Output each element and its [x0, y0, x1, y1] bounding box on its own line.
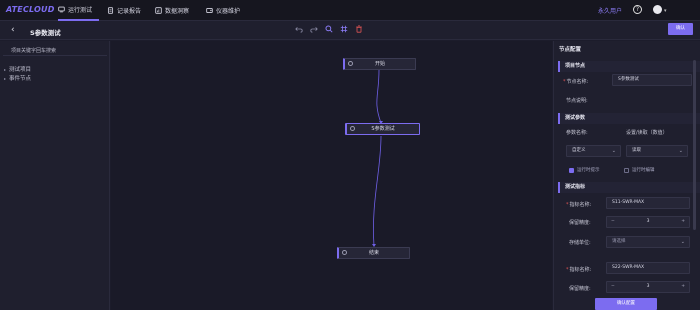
param-setget-label: 设置/读取（数值）	[626, 130, 668, 136]
run-prompt-label: 运行时提示	[577, 168, 600, 173]
confirm-config-button[interactable]: 确认配置	[595, 298, 657, 310]
clock-icon	[350, 126, 355, 131]
tree-item-label: 事件节点	[9, 76, 32, 82]
report-icon	[107, 7, 114, 14]
edge-start-to-test	[376, 69, 382, 124]
indicator1-precision-label: 保留精度:	[569, 220, 591, 226]
tree-item-event-node[interactable]: ▸ 事件节点	[4, 74, 32, 83]
indicator2-precision-label: 保留精度:	[569, 286, 591, 292]
nav-run-test[interactable]: 运行测试	[58, 0, 99, 21]
nav-data-insight[interactable]: 数据洞察	[155, 0, 189, 21]
user-name[interactable]: 永久用户	[598, 6, 622, 15]
run-prompt-checkbox[interactable]: 运行时提示	[569, 167, 600, 173]
panel-scrollbar[interactable]	[693, 60, 696, 230]
chart-icon	[155, 7, 162, 14]
top-navigation-bar: ATECLOUD 运行测试 记录报告 数据洞察 仪器维护 永久用户 ? ▾	[0, 0, 700, 21]
indicator2-precision-stepper[interactable]: − 3 +	[606, 281, 690, 293]
avatar[interactable]	[653, 5, 662, 14]
caret-right-icon: ▸	[4, 75, 7, 81]
flow-node-end[interactable]: 结束	[337, 247, 410, 259]
clock-icon	[348, 61, 353, 66]
page-title: S参数测试	[30, 29, 61, 37]
indicator1-unit-label: 存储单位:	[569, 240, 591, 246]
chevron-down-icon: ⌄	[611, 148, 616, 154]
editor-toolbar: ‹ S参数测试 确认	[0, 21, 700, 40]
help-icon[interactable]: ?	[633, 5, 642, 14]
nav-instrument-label: 仪器维护	[216, 8, 241, 15]
run-edit-label: 运行时编辑	[632, 168, 655, 173]
param-mode-select[interactable]: 读取 ⌄	[626, 145, 688, 157]
chevron-down-icon: ⌄	[680, 239, 685, 245]
chevron-down-icon: ⌄	[678, 148, 683, 154]
redo-icon[interactable]	[310, 25, 318, 33]
plus-icon[interactable]: +	[681, 282, 685, 292]
unit-placeholder: 请选择	[612, 239, 626, 244]
minus-icon[interactable]: −	[611, 217, 615, 227]
section-project-node: 项目节点	[558, 61, 700, 72]
project-search-input[interactable]: 项目关键字回车搜索	[3, 46, 107, 56]
flow-node-start[interactable]: 开始	[343, 58, 416, 70]
panel-title: 节点配置	[559, 47, 582, 53]
undo-icon[interactable]	[295, 25, 303, 33]
node-label: 开始	[374, 61, 385, 67]
delete-icon[interactable]	[355, 25, 363, 33]
nav-records-label: 记录报告	[117, 8, 142, 15]
app-logo: ATECLOUD	[6, 5, 55, 14]
grid-icon[interactable]	[340, 25, 348, 33]
flow-canvas[interactable]: 开始 S参数测试 结束	[111, 41, 552, 310]
indicator1-name-label: *指标名称:	[566, 202, 592, 208]
edge-test-to-end	[373, 135, 382, 247]
section-test-params: 测试参数	[558, 113, 700, 124]
indicator1-name-input[interactable]: S11-SWR-MAX	[606, 197, 690, 209]
nav-data-insight-label: 数据洞察	[165, 8, 190, 15]
nav-records[interactable]: 记录报告	[107, 0, 141, 21]
param-mode-value: 读取	[632, 148, 641, 153]
node-label: 结束	[368, 250, 379, 256]
tree-item-test-project[interactable]: ▸ 测试项目	[4, 65, 32, 74]
tree-item-label: 测试项目	[9, 67, 32, 73]
chevron-down-icon[interactable]: ▾	[664, 8, 667, 14]
indicator1-unit-select[interactable]: 请选择 ⌄	[606, 236, 690, 248]
param-name-label: 参数名称:	[566, 130, 588, 136]
minus-icon[interactable]: −	[611, 282, 615, 292]
run-edit-checkbox[interactable]: 运行时编辑	[624, 167, 655, 173]
back-arrow-icon[interactable]: ‹	[11, 25, 15, 35]
flow-node-sparam-test[interactable]: S参数测试	[345, 123, 420, 135]
nav-instrument[interactable]: 仪器维护	[206, 0, 240, 21]
node-name-label: *节点名称:	[563, 79, 589, 85]
nav-run-test-label: 运行测试	[68, 7, 93, 14]
left-panel: 项目关键字回车搜索 ▸ 测试项目 ▸ 事件节点	[0, 41, 110, 310]
section-test-indicators: 测试指标	[558, 182, 700, 193]
checkbox-checked	[569, 167, 574, 173]
precision-value: 3	[646, 284, 650, 289]
zoom-icon[interactable]	[325, 25, 333, 33]
node-name-input[interactable]: S参数测试	[612, 74, 692, 86]
precision-value: 3	[646, 219, 650, 224]
flow-edges	[372, 69, 383, 247]
param-type-select[interactable]: 自定义 ⌄	[566, 145, 621, 157]
indicator1-precision-stepper[interactable]: − 3 +	[606, 216, 690, 228]
node-desc-label: 节点说明:	[566, 98, 588, 104]
indicator2-name-input[interactable]: S22-SWR-MAX	[606, 262, 690, 274]
instrument-icon	[206, 7, 213, 14]
clock-icon	[342, 250, 347, 255]
plus-icon[interactable]: +	[681, 217, 685, 227]
toolbar-tools	[295, 25, 363, 33]
confirm-button[interactable]: 确认	[668, 23, 693, 35]
checkbox-unchecked	[624, 167, 629, 173]
caret-right-icon: ▸	[4, 66, 7, 72]
indicator2-name-label: *指标名称:	[566, 267, 592, 273]
node-label: S参数测试	[371, 126, 395, 132]
param-type-value: 自定义	[572, 148, 586, 153]
monitor-icon	[58, 6, 65, 13]
node-config-panel: 节点配置 项目节点 *节点名称: S参数测试 节点说明: 测试参数 参数名称: …	[553, 41, 700, 310]
